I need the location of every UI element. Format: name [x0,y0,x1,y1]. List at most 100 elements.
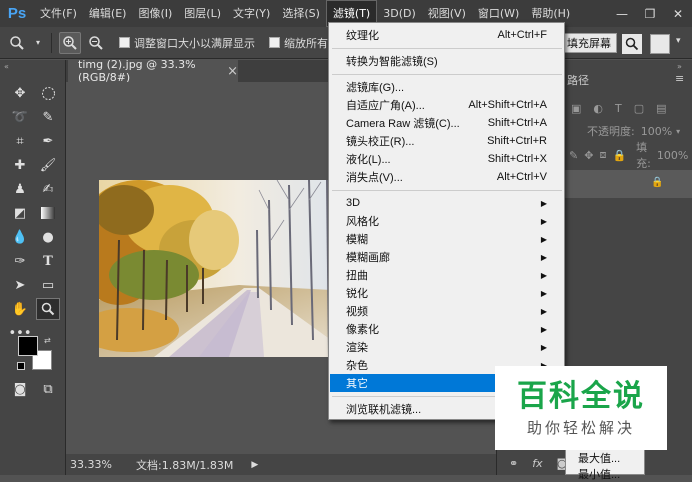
workspace-dropdown-icon[interactable]: ▾ [676,36,681,46]
search-icon[interactable] [622,34,642,54]
blur-tool-icon[interactable]: 💧 [8,226,32,248]
menu-type[interactable]: 文字(Y) [227,0,276,27]
submenu-render[interactable]: 渲染 ▶ [330,338,563,356]
submenu-3d-label: 3D [346,197,361,209]
submenu-item-minimum[interactable]: 最小值... [578,466,620,482]
zoom-tool-preset-icon[interactable] [6,32,28,54]
submenu-stylize[interactable]: 风格化 ▶ [330,212,563,230]
swap-colors-icon[interactable]: ⇄ [44,336,51,345]
lock-pixels-icon[interactable]: ✎ [569,149,578,162]
menu-item-convert-smart-filter[interactable]: 转换为智能滤镜(S) [330,52,563,70]
fill-value[interactable]: 100% [657,149,688,162]
tab-close-icon[interactable]: × [227,64,238,79]
eyedropper-tool-icon[interactable]: ✒ [36,130,60,152]
menu-item-vanishing-point[interactable]: 消失点(V)... Alt+Ctrl+V [330,168,563,186]
submenu-blur-gallery[interactable]: 模糊画廊 ▶ [330,248,563,266]
status-arrow-icon[interactable]: ▶ [251,460,258,470]
default-colors-icon[interactable] [17,362,25,370]
submenu-sharpen[interactable]: 锐化 ▶ [330,284,563,302]
submenu-pixelate[interactable]: 像素化 ▶ [330,320,563,338]
quick-select-tool-icon[interactable]: ✎ [36,106,60,128]
foreground-color-swatch[interactable] [18,336,38,356]
panel-collapse-icon[interactable]: « [4,62,9,71]
dodge-tool-icon[interactable]: ● [36,226,60,248]
workspace-icon[interactable] [650,34,670,54]
menu-edit[interactable]: 编辑(E) [83,0,133,27]
zoom-tool-icon[interactable] [36,298,60,320]
menu-file[interactable]: 文件(F) [34,0,83,27]
filter-shape-icon[interactable]: ▢ [634,102,644,115]
document-tab[interactable]: timg (2).jpg @ 33.3%(RGB/8#) × [68,58,238,84]
quick-mask-icon[interactable]: ◙ [8,378,32,400]
zoom-in-icon[interactable] [59,31,81,54]
document-image[interactable] [99,180,331,357]
lens-correction-label: 镜头校正(R)... [346,136,415,148]
submenu-blur[interactable]: 模糊 ▶ [330,230,563,248]
path-select-tool-icon[interactable]: ➤ [8,274,32,296]
filter-smart-icon[interactable]: ▤ [656,102,666,115]
minimize-button[interactable]: — [608,0,636,27]
submenu-item-maximum[interactable]: 最大值... [578,450,620,466]
submenu-arrow-icon: ▶ [540,306,547,316]
menu-image[interactable]: 图像(I) [132,0,178,27]
brush-tool-icon[interactable]: 🖌 [36,154,60,176]
menu-item-last-filter[interactable]: 纹理化 Alt+Ctrl+F [330,26,563,44]
menu-item-camera-raw[interactable]: Camera Raw 滤镜(C)... Shift+Ctrl+A [330,114,563,132]
filter-image-icon[interactable]: ▣ [571,102,581,115]
lock-artboard-icon[interactable]: ⧈ [599,148,606,162]
menu-select[interactable]: 选择(S) [276,0,326,27]
zoom-all-option[interactable]: 缩放所有 [269,35,328,51]
tab-paths[interactable]: 路径 [567,72,589,88]
healing-brush-tool-icon[interactable]: ✚ [8,154,32,176]
move-tool-icon[interactable]: ✥ [8,82,32,104]
submenu-arrow-icon: ▶ [540,324,547,334]
zoom-out-icon[interactable] [85,32,107,54]
crop-tool-icon[interactable]: ⌗ [8,130,32,152]
layer-style-icon[interactable]: fx [532,457,542,470]
zoom-all-label: 缩放所有 [284,36,328,50]
lock-all-icon[interactable]: 🔒 [612,149,626,162]
menu-item-filter-gallery[interactable]: 滤镜库(G)... [330,78,563,96]
gradient-tool-icon[interactable] [36,202,60,224]
hand-tool-icon[interactable]: ✋ [8,298,32,320]
pen-tool-icon[interactable]: ✑ [8,250,32,272]
submenu-video[interactable]: 视频 ▶ [330,302,563,320]
marquee-tool-icon[interactable] [36,82,60,104]
clone-stamp-tool-icon[interactable]: ♟ [8,178,32,200]
tools-panel: « ✥ ➰ ✎ ⌗ ✒ ✚ 🖌 ♟ ✍ ◩ 💧 ● ✑ T ➤ ▭ ✋ ••• … [0,60,66,475]
fill-label: 填充: [636,141,651,170]
submenu-distort[interactable]: 扭曲 ▶ [330,266,563,284]
panel-menu-icon[interactable]: ≡ [675,72,684,85]
opacity-value[interactable]: 100% [641,125,672,138]
resize-windows-checkbox[interactable] [119,37,130,48]
filter-adjust-icon[interactable]: ◐ [593,102,603,115]
photoshop-logo[interactable]: Ps [0,0,34,27]
fill-screen-button[interactable]: 填充屏幕 [561,33,617,53]
type-tool-icon[interactable]: T [36,250,60,272]
submenu-arrow-icon: ▶ [540,288,547,298]
opacity-dropdown-icon[interactable]: ▾ [676,127,680,136]
lasso-tool-icon[interactable]: ➰ [8,106,32,128]
submenu-arrow-icon: ▶ [540,234,547,244]
layer-row-background[interactable]: 🔒 [563,170,692,198]
resize-windows-option[interactable]: 调整窗口大小以满屏显示 [119,35,255,51]
restore-button[interactable]: ❐ [636,0,664,27]
screen-mode-icon[interactable]: ⧉ [36,378,60,400]
history-brush-tool-icon[interactable]: ✍ [36,178,60,200]
rectangle-tool-icon[interactable]: ▭ [36,274,60,296]
panel-collapse-icon[interactable]: » [677,62,682,71]
menu-item-adaptive-wide-angle[interactable]: 自适应广角(A)... Alt+Shift+Ctrl+A [330,96,563,114]
preset-dropdown-icon[interactable]: ▾ [32,32,44,54]
menu-layer[interactable]: 图层(L) [178,0,227,27]
menu-item-liquify[interactable]: 液化(L)... Shift+Ctrl+X [330,150,563,168]
eraser-tool-icon[interactable]: ◩ [8,202,32,224]
zoom-level[interactable]: 33.33% [66,458,114,471]
filter-type-icon[interactable]: T [615,102,622,115]
watermark-logo: 百科全说 助你轻松解决 [495,366,667,450]
submenu-3d[interactable]: 3D ▶ [330,194,563,212]
lock-position-icon[interactable]: ✥ [584,149,593,162]
close-button[interactable]: ✕ [664,0,692,27]
menu-item-lens-correction[interactable]: 镜头校正(R)... Shift+Ctrl+R [330,132,563,150]
zoom-all-checkbox[interactable] [269,37,280,48]
link-layers-icon[interactable]: ⚭ [509,457,518,470]
